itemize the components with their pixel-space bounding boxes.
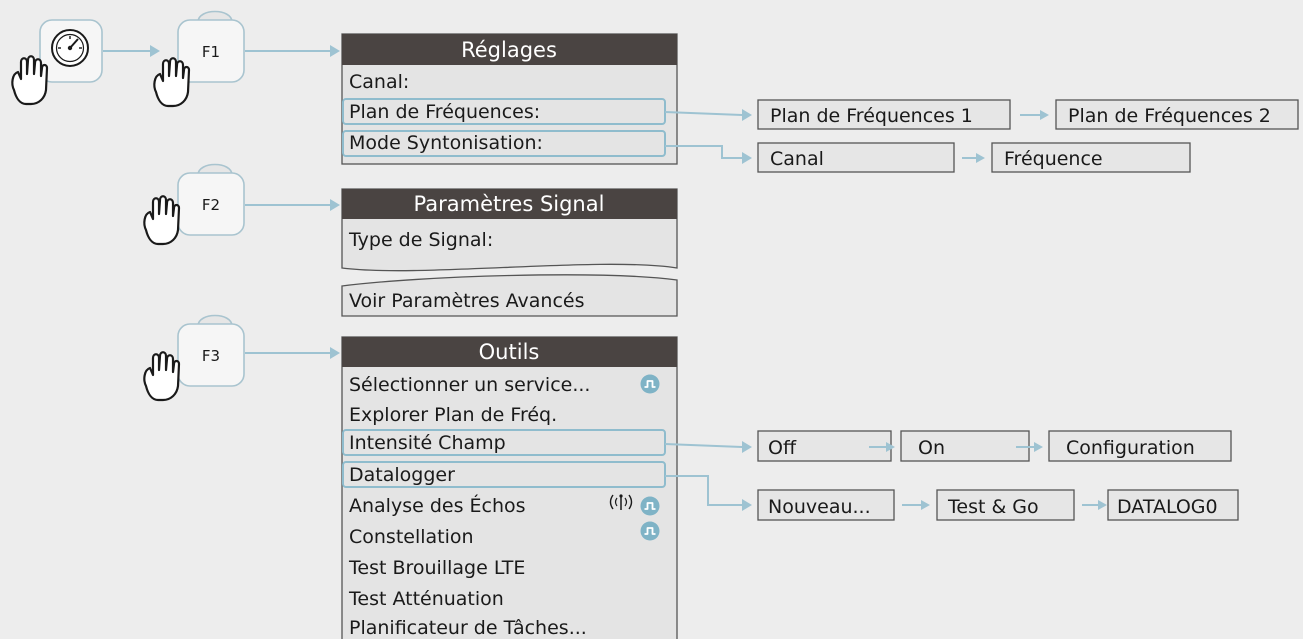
- connector-plan-1-to-2: [1020, 110, 1049, 120]
- menu-item-voir-parametres-avances[interactable]: Voir Paramètres Avancés: [349, 290, 585, 312]
- menu-item-type-signal[interactable]: Type de Signal:: [348, 229, 493, 251]
- option-datalog0: DATALOG0: [1117, 496, 1218, 518]
- f1-key-label: F1: [202, 43, 220, 61]
- menu-signal-title: Paramètres Signal: [414, 192, 605, 216]
- option-frequence: Fréquence: [1004, 148, 1103, 170]
- menu-item-intensite-champ[interactable]: Intensité Champ: [349, 432, 506, 454]
- waveform-pulse-icon: [639, 520, 661, 542]
- pointing-hand-icon: [143, 351, 181, 402]
- menu-outils: Outils Sélectionner un service... Explor…: [341, 336, 678, 639]
- menu-item-mode-syntonisation[interactable]: Mode Syntonisation:: [349, 132, 543, 154]
- menu-reglages-title: Réglages: [461, 38, 557, 62]
- waveform-pulse-icon: [639, 373, 661, 395]
- f3-key-button[interactable]: F3: [177, 314, 245, 387]
- gauge-key-button[interactable]: [39, 19, 103, 83]
- pointing-hand-icon: [153, 57, 191, 108]
- option-nouveau: Nouveau...: [768, 496, 871, 518]
- connector-intensite-to-options: [664, 441, 752, 453]
- menu-item-test-brouillage-lte[interactable]: Test Brouillage LTE: [348, 557, 525, 579]
- menu-item-analyse-echos[interactable]: Analyse des Échos: [349, 494, 526, 517]
- connector-f2-to-signal: [245, 199, 340, 211]
- connector-mode-to-options: [665, 145, 752, 164]
- option-off: Off: [768, 437, 797, 459]
- menu-item-planificateur-taches[interactable]: Planificateur de Tâches...: [349, 617, 587, 639]
- menu-item-plan-frequences[interactable]: Plan de Fréquences:: [349, 101, 540, 123]
- menu-item-selectionner-service[interactable]: Sélectionner un service...: [349, 374, 590, 396]
- option-on: On: [918, 437, 945, 459]
- menu-item-explorer-plan[interactable]: Explorer Plan de Fréq.: [349, 404, 557, 426]
- f2-key-button[interactable]: F2: [177, 163, 245, 236]
- connector-canal-to-frequence: [962, 153, 985, 163]
- f3-key-label: F3: [202, 347, 220, 365]
- connector-plan-to-options: [664, 109, 752, 121]
- connector-testgo-to-datalog: [1082, 500, 1107, 510]
- connector-datalogger-to-options: [665, 475, 752, 511]
- option-plan-frequences-1: Plan de Fréquences 1: [770, 105, 973, 127]
- menu-item-constellation[interactable]: Constellation: [349, 526, 474, 548]
- f2-key-label: F2: [202, 196, 220, 214]
- menu-parametres-signal: Paramètres Signal Type de Signal: Voir P…: [341, 188, 678, 317]
- menu-reglages: Réglages Canal: Plan de Fréquences: Mode…: [341, 33, 678, 165]
- gauge-icon: [51, 29, 89, 67]
- menu-flow-diagram: F1 Réglages Canal: Plan de Fréquences: M…: [11, 10, 1299, 639]
- pointing-hand-icon: [143, 195, 181, 246]
- connector-f1-to-reglages: [245, 45, 340, 57]
- menu-item-datalogger[interactable]: Datalogger: [349, 464, 455, 486]
- option-plan-frequences-2: Plan de Fréquences 2: [1068, 105, 1271, 127]
- connector-gauge-to-f1: [103, 45, 160, 57]
- connector-f3-to-outils: [245, 347, 340, 359]
- waveform-pulse-icon: [639, 495, 661, 517]
- option-canal: Canal: [770, 148, 824, 170]
- menu-outils-title: Outils: [479, 340, 540, 364]
- connector-nouveau-to-testgo: [902, 500, 930, 510]
- option-test-go: Test & Go: [947, 496, 1039, 518]
- option-configuration: Configuration: [1066, 437, 1195, 459]
- menu-item-test-attenuation[interactable]: Test Atténuation: [348, 588, 504, 610]
- pointing-hand-icon: [11, 55, 49, 106]
- menu-item-canal[interactable]: Canal:: [349, 71, 409, 93]
